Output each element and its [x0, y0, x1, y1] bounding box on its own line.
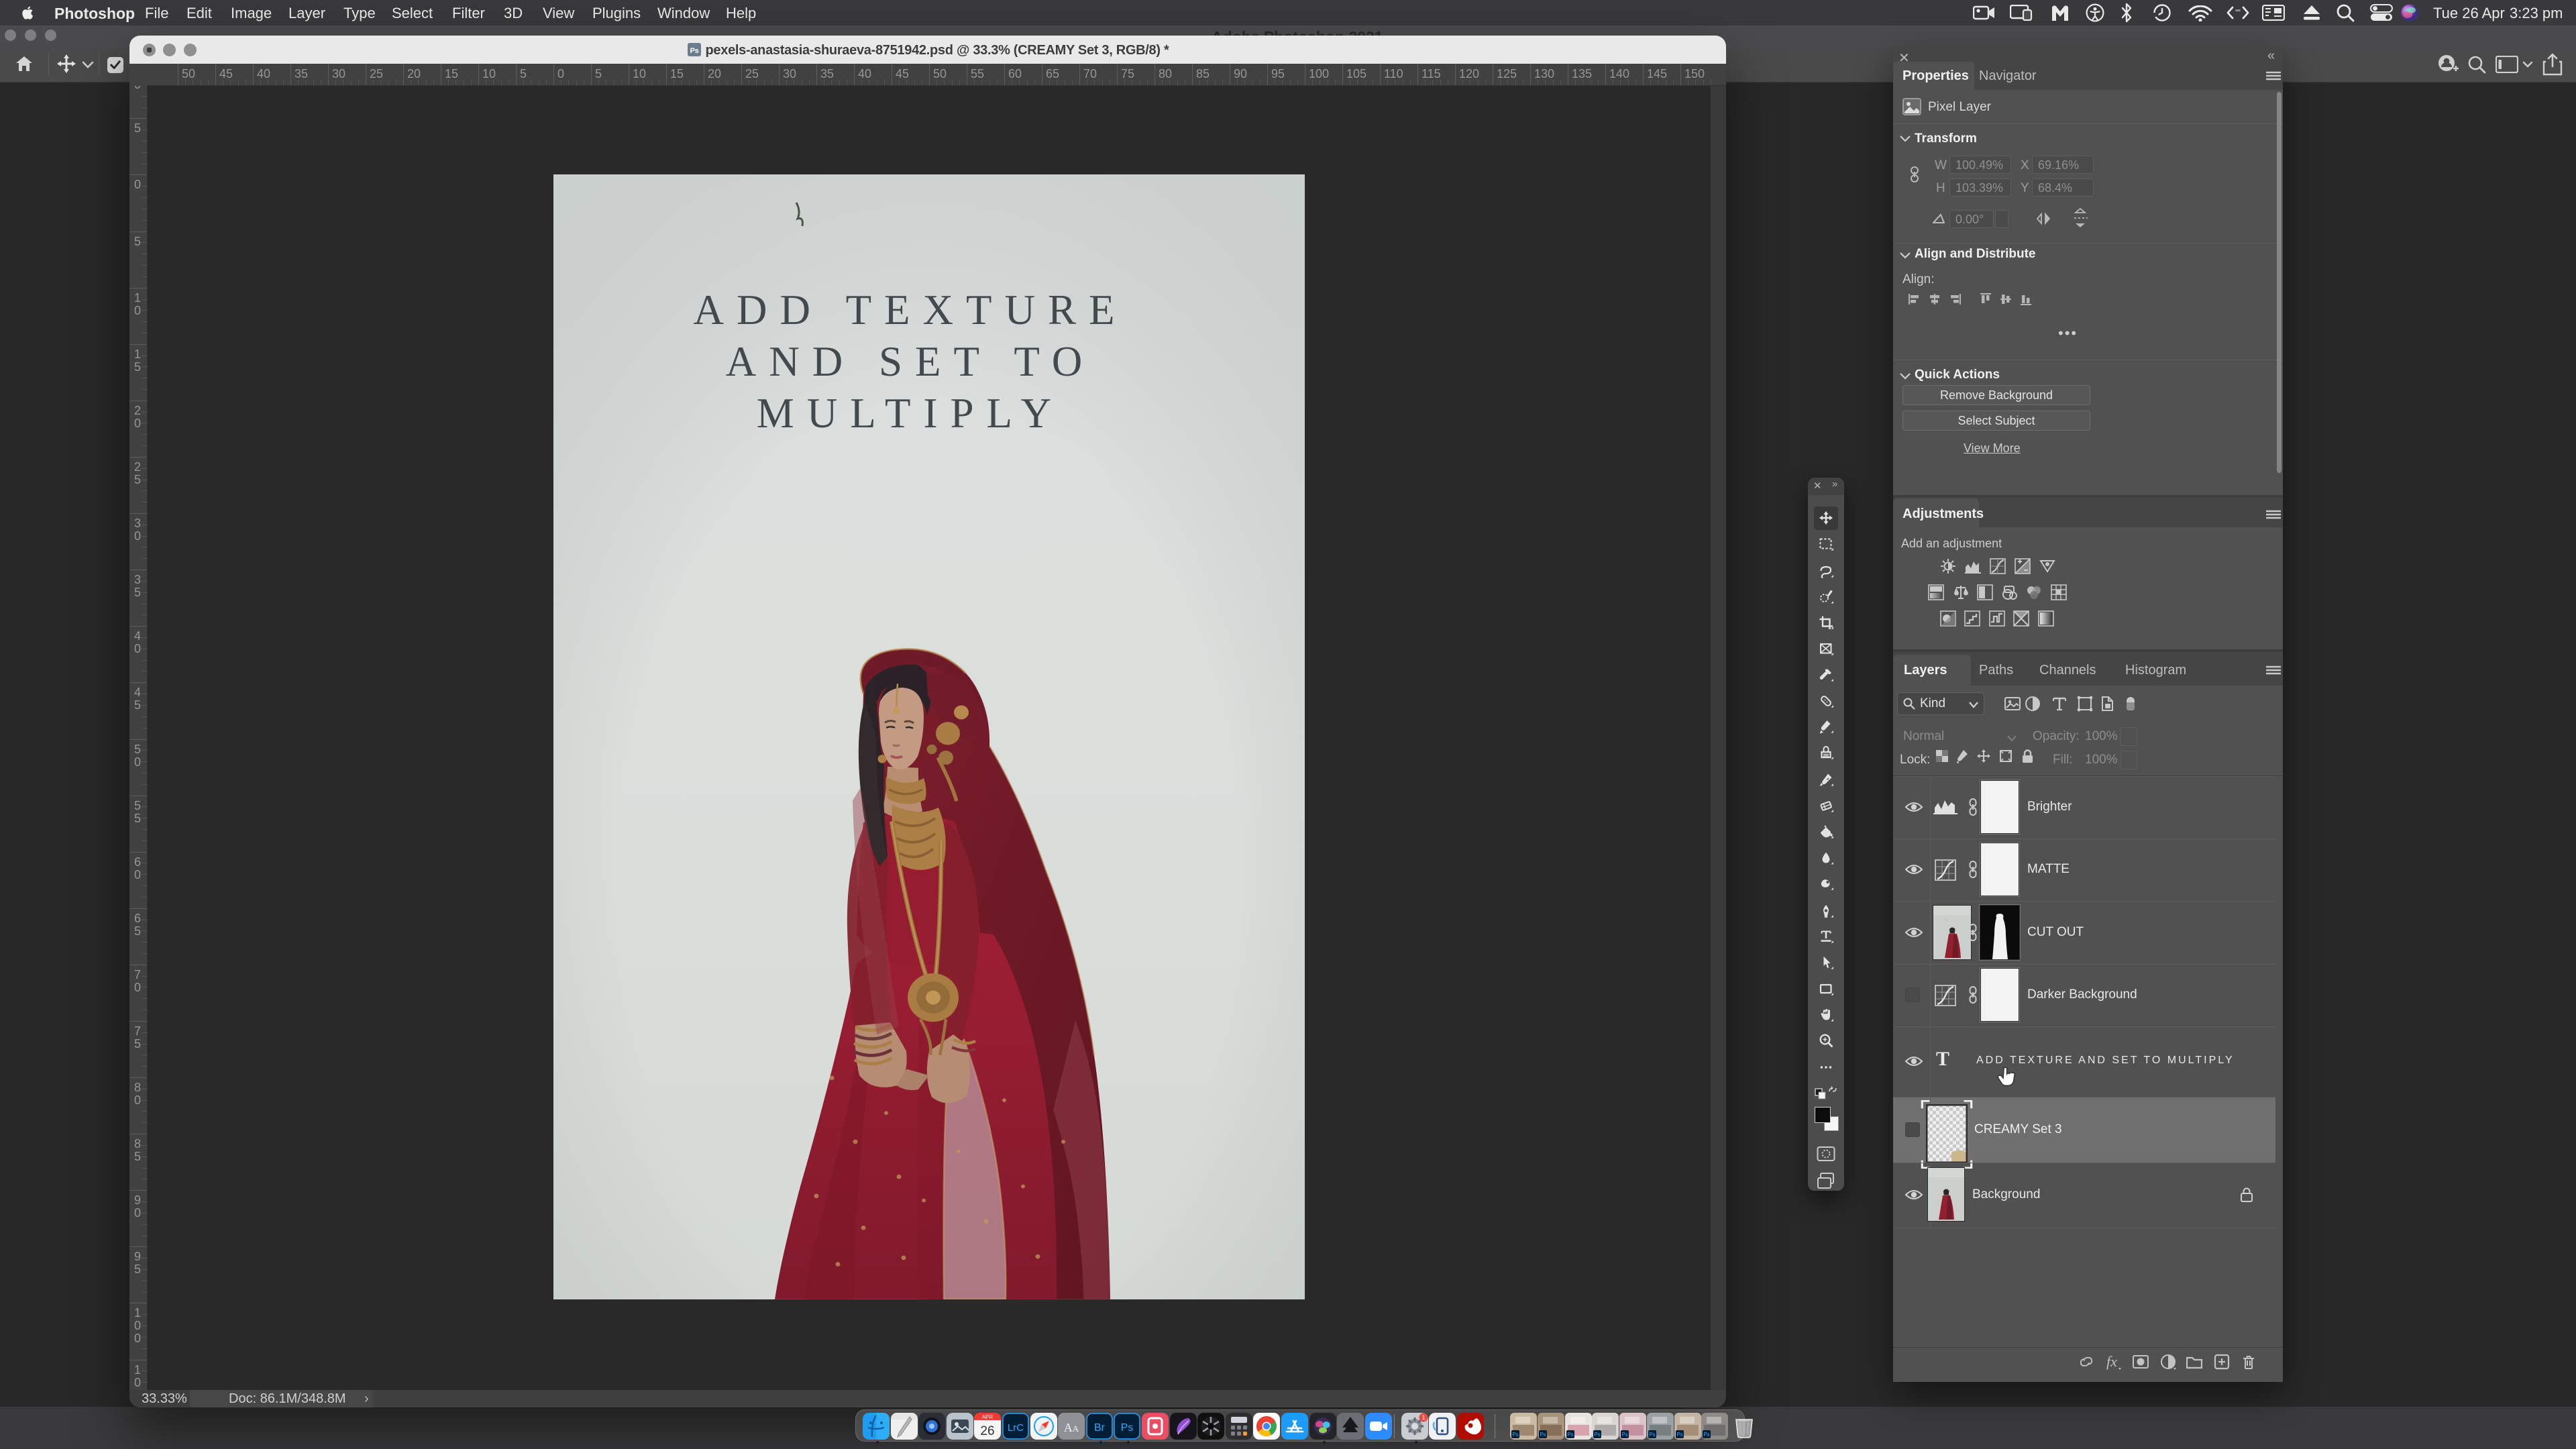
svg-text:MULTIPLY: MULTIPLY	[757, 390, 1064, 437]
svg-text:Ps: Ps	[1649, 1432, 1655, 1438]
svg-text:Ps: Ps	[1121, 1422, 1134, 1434]
svg-text:1: 1	[1421, 1414, 1425, 1421]
svg-text:Ps: Ps	[1621, 1432, 1627, 1438]
svg-text:Ps: Ps	[1512, 1432, 1518, 1438]
svg-text:Ps: Ps	[1676, 1432, 1682, 1438]
svg-text:APR: APR	[982, 1414, 994, 1420]
svg-text:Ps: Ps	[1703, 1432, 1709, 1438]
svg-text:Br: Br	[1094, 1422, 1106, 1434]
svg-text:LrC: LrC	[1008, 1422, 1024, 1434]
svg-text:Ps: Ps	[1567, 1432, 1573, 1438]
svg-text:26: 26	[980, 1424, 994, 1438]
svg-text:Ps: Ps	[1540, 1432, 1546, 1438]
svg-text:Ps: Ps	[1594, 1432, 1600, 1438]
svg-text:ADD TEXTURE: ADD TEXTURE	[693, 286, 1127, 333]
svg-text:fx: fx	[2106, 1354, 2117, 1370]
svg-text:AND SET TO: AND SET TO	[726, 338, 1095, 385]
svg-text:Ps: Ps	[690, 47, 698, 55]
